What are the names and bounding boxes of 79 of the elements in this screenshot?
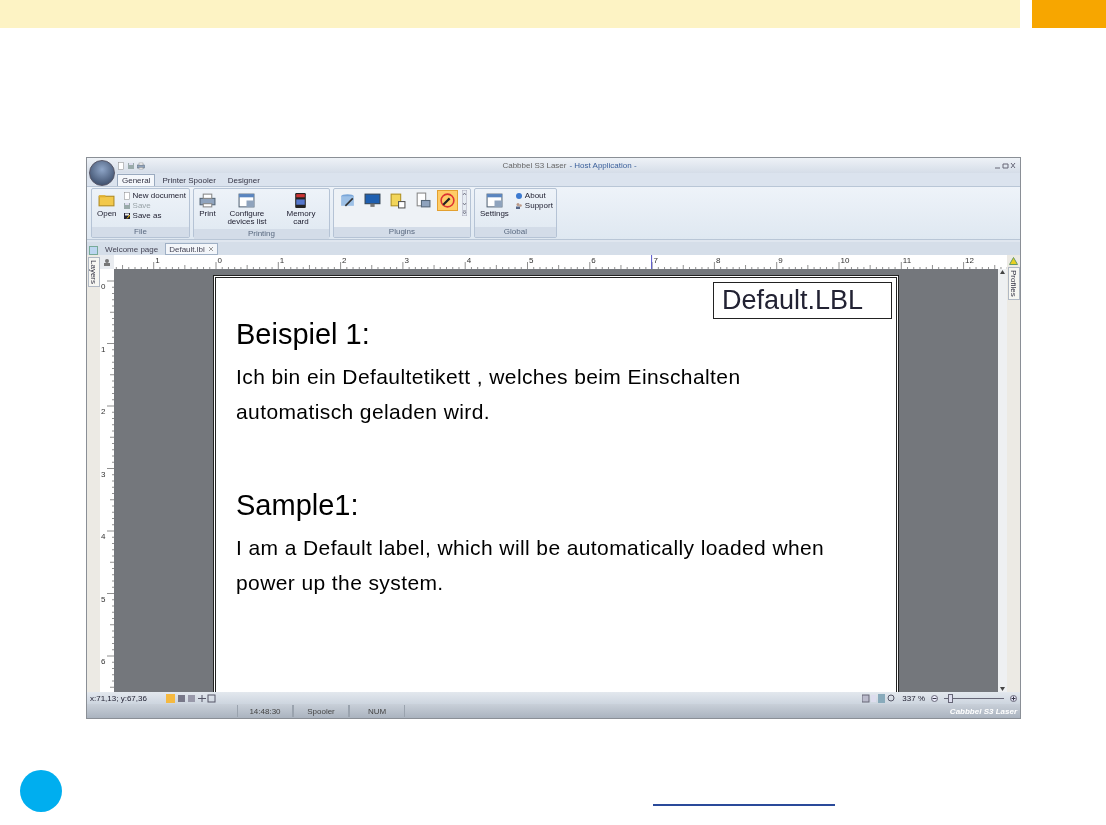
ruler-number: 10 xyxy=(840,256,850,265)
label-heading: Beispiel 1: xyxy=(236,318,371,351)
status-cell: NUM xyxy=(349,705,405,717)
ribbon-button[interactable]: About xyxy=(514,191,553,200)
status-brand: Cabbbel S3 Laser xyxy=(949,706,1019,716)
page-view-icon[interactable] xyxy=(862,693,897,703)
ribbon-button[interactable]: Configure devices list xyxy=(221,190,272,228)
printer-icon xyxy=(198,192,216,209)
ruler-number: 6 xyxy=(591,256,596,265)
window-icon xyxy=(238,192,256,209)
ribbon-button[interactable]: Support xyxy=(514,201,553,210)
ruler-number: 9 xyxy=(778,256,783,265)
label-text: Ich bin ein Defaultetikett , welches beim Einschalten automatisch geladen wird. xyxy=(236,364,742,425)
ruler-number: 4 xyxy=(466,256,472,265)
ruler-number: 6 xyxy=(101,657,106,666)
ruler-number: 1 xyxy=(279,256,285,265)
ruler-number: 5 xyxy=(101,594,106,604)
ruler-number: 1 xyxy=(101,344,106,354)
bullet-dot xyxy=(20,770,62,812)
zoom-out-icon[interactable] xyxy=(931,694,938,702)
ruler-number: 0 xyxy=(217,256,222,265)
ruler-number: 3 xyxy=(404,256,409,265)
ruler-number: 3 xyxy=(101,469,106,479)
ruler-number: 0 xyxy=(101,282,106,291)
ruler-number: 1 xyxy=(155,256,160,265)
zoom-in-icon[interactable] xyxy=(1010,694,1017,702)
ruler-number: 5 xyxy=(529,256,534,265)
group-title: File xyxy=(92,227,189,237)
document-tab[interactable]: Default.lbl xyxy=(165,243,218,255)
database-icon xyxy=(338,192,356,209)
ribbon-button[interactable]: Settings xyxy=(477,190,511,220)
ruler-number: 4 xyxy=(101,532,106,541)
window-controls-icon[interactable] xyxy=(994,162,1016,169)
ribbon-button[interactable]: Save as xyxy=(122,211,186,220)
application-button[interactable] xyxy=(89,160,115,186)
ruler-number: 2 xyxy=(342,256,347,265)
cursor-marker xyxy=(651,255,653,269)
side-panel-tab[interactable]: Profiles xyxy=(1007,267,1020,300)
ruler-number: 8 xyxy=(715,256,721,265)
ribbon-tab[interactable]: General xyxy=(117,174,156,186)
ribbon-button[interactable]: Memory card xyxy=(275,190,326,228)
label-heading: Sample1: xyxy=(236,489,360,522)
ribbon-tab[interactable]: Printer Spooler xyxy=(157,174,221,186)
zoom-slider-thumb[interactable] xyxy=(948,693,953,703)
page-icon xyxy=(117,161,125,170)
window-title: Cabbbel S3 Laser xyxy=(502,161,567,170)
cursor-coordinates: x:71,13; y:67,36 xyxy=(90,693,148,703)
view-tools-icon[interactable] xyxy=(166,693,216,703)
status-cell: 14:48:30 xyxy=(237,705,293,717)
ribbon-tab[interactable]: Designer xyxy=(222,174,265,186)
people-icon xyxy=(514,201,523,210)
printer-icon xyxy=(137,161,145,170)
warning-icon xyxy=(1009,257,1018,265)
zoom-percent: 337 % xyxy=(902,693,925,703)
close-icon[interactable] xyxy=(207,246,214,252)
panel-icon xyxy=(89,246,98,255)
label-name: Default.LBL xyxy=(712,282,892,319)
status-cell: Spooler xyxy=(293,705,349,717)
page-icon xyxy=(122,191,131,200)
ribbon-button[interactable]: Print xyxy=(196,190,218,220)
group-title: Printing xyxy=(193,229,329,239)
monitor-icon xyxy=(363,192,381,209)
ruler-number: 2 xyxy=(101,407,106,416)
folder-icon xyxy=(98,192,116,209)
ribbon-button[interactable]: New document xyxy=(122,191,186,200)
ruler-number: 7 xyxy=(653,256,659,265)
document-tab[interactable]: Welcome page xyxy=(101,243,163,255)
window-subtitle: - Host Application - xyxy=(569,161,637,170)
side-panel-tab[interactable]: Layers xyxy=(87,257,100,287)
group-title: Global xyxy=(474,227,556,237)
vertical-scrollbar[interactable] xyxy=(998,269,1007,692)
info-icon xyxy=(514,191,523,200)
ribbon-button[interactable]: Open xyxy=(95,190,119,220)
label-text: I am a Default label, which will be automatically loaded when power up the system. xyxy=(236,535,826,596)
group-title: Plugins xyxy=(333,227,470,237)
window-icon xyxy=(485,192,503,209)
ruler-number: 12 xyxy=(965,256,974,265)
person-icon xyxy=(103,258,111,266)
ruler-number: 11 xyxy=(902,256,912,265)
